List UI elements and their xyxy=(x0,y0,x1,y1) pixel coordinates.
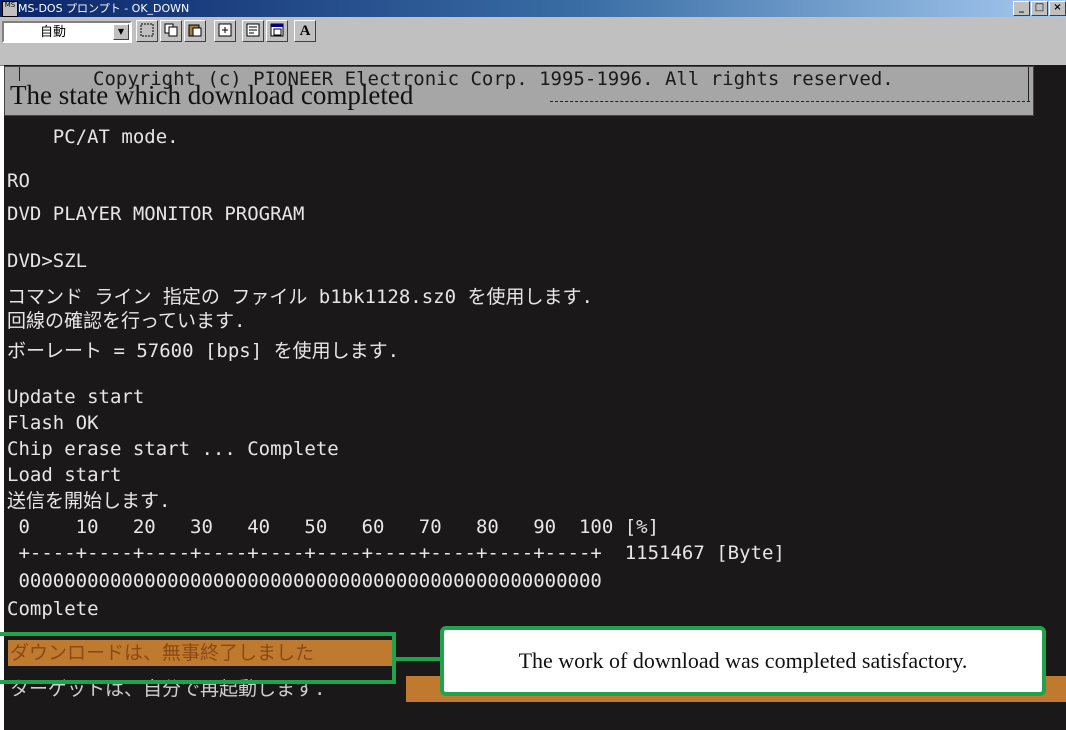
mark-button[interactable] xyxy=(136,20,158,42)
title-bar[interactable]: MS MS-DOS プロンプト - OK_DOWN _ □ × xyxy=(0,0,1066,17)
highlight-box xyxy=(0,632,396,684)
copy-button[interactable] xyxy=(160,20,182,42)
annotation-callout: The work of download was completed satis… xyxy=(440,626,1046,696)
background-icon xyxy=(270,23,284,37)
maximize-button[interactable]: □ xyxy=(1031,1,1048,16)
background-button[interactable] xyxy=(266,20,288,42)
progress-bar: 0000000000000000000000000000000000000000… xyxy=(7,570,602,592)
properties-icon xyxy=(246,23,260,37)
console-line: Update start xyxy=(7,386,145,408)
font-size-select[interactable]: 自動 ▼ xyxy=(2,21,132,43)
window-controls: _ □ × xyxy=(1013,1,1066,16)
close-button[interactable]: × xyxy=(1049,1,1066,16)
console-line: PC/AT mode. xyxy=(7,126,179,148)
chevron-down-icon[interactable]: ▼ xyxy=(113,24,129,40)
console-line: コマンド ライン 指定の ファイル b1bk1128.sz0 を使用します. xyxy=(7,286,593,308)
console-line: 送信を開始します. xyxy=(7,490,171,512)
font-button[interactable]: A xyxy=(294,20,316,42)
toolbar: 自動 ▼ A xyxy=(0,17,1066,66)
msdos-app-icon[interactable]: MS xyxy=(2,1,18,17)
font-size-value: 自動 xyxy=(40,25,67,40)
callout-connector xyxy=(396,657,442,661)
copy-icon xyxy=(164,23,178,37)
full-screen-icon xyxy=(218,23,232,37)
paste-button[interactable] xyxy=(184,20,206,42)
banner-border-right xyxy=(1028,67,1029,101)
console-line: Chip erase start ... Complete xyxy=(7,438,339,460)
minimize-button[interactable]: _ xyxy=(1013,1,1030,16)
progress-scale: 0 10 20 30 40 50 60 70 80 90 100 [%] xyxy=(7,516,660,538)
progress-ruler: +----+----+----+----+----+----+----+----… xyxy=(7,542,785,564)
full-screen-button[interactable] xyxy=(214,20,236,42)
console-line: Load start xyxy=(7,464,122,486)
console-line: DVD>SZL xyxy=(7,250,88,272)
app-icon-label: MS xyxy=(4,1,16,9)
properties-button[interactable] xyxy=(242,20,264,42)
console-line: Flash OK xyxy=(7,412,99,434)
console-line: Complete xyxy=(7,598,99,620)
callout-text: The work of download was completed satis… xyxy=(518,648,968,673)
annotation-title: The state which download completed xyxy=(10,80,414,110)
console-line: ボーレート = 57600 [bps] を使用します. xyxy=(7,340,400,362)
paste-icon xyxy=(188,24,202,37)
window-title: MS-DOS プロンプト - OK_DOWN xyxy=(18,2,190,15)
mark-icon xyxy=(140,23,154,37)
banner-divider xyxy=(550,101,1030,102)
banner-border-left xyxy=(19,67,20,81)
console-line: DVD PLAYER MONITOR PROGRAM xyxy=(7,203,305,225)
console-line: 回線の確認を行っています. xyxy=(7,310,246,332)
console-line: RO xyxy=(7,170,30,192)
